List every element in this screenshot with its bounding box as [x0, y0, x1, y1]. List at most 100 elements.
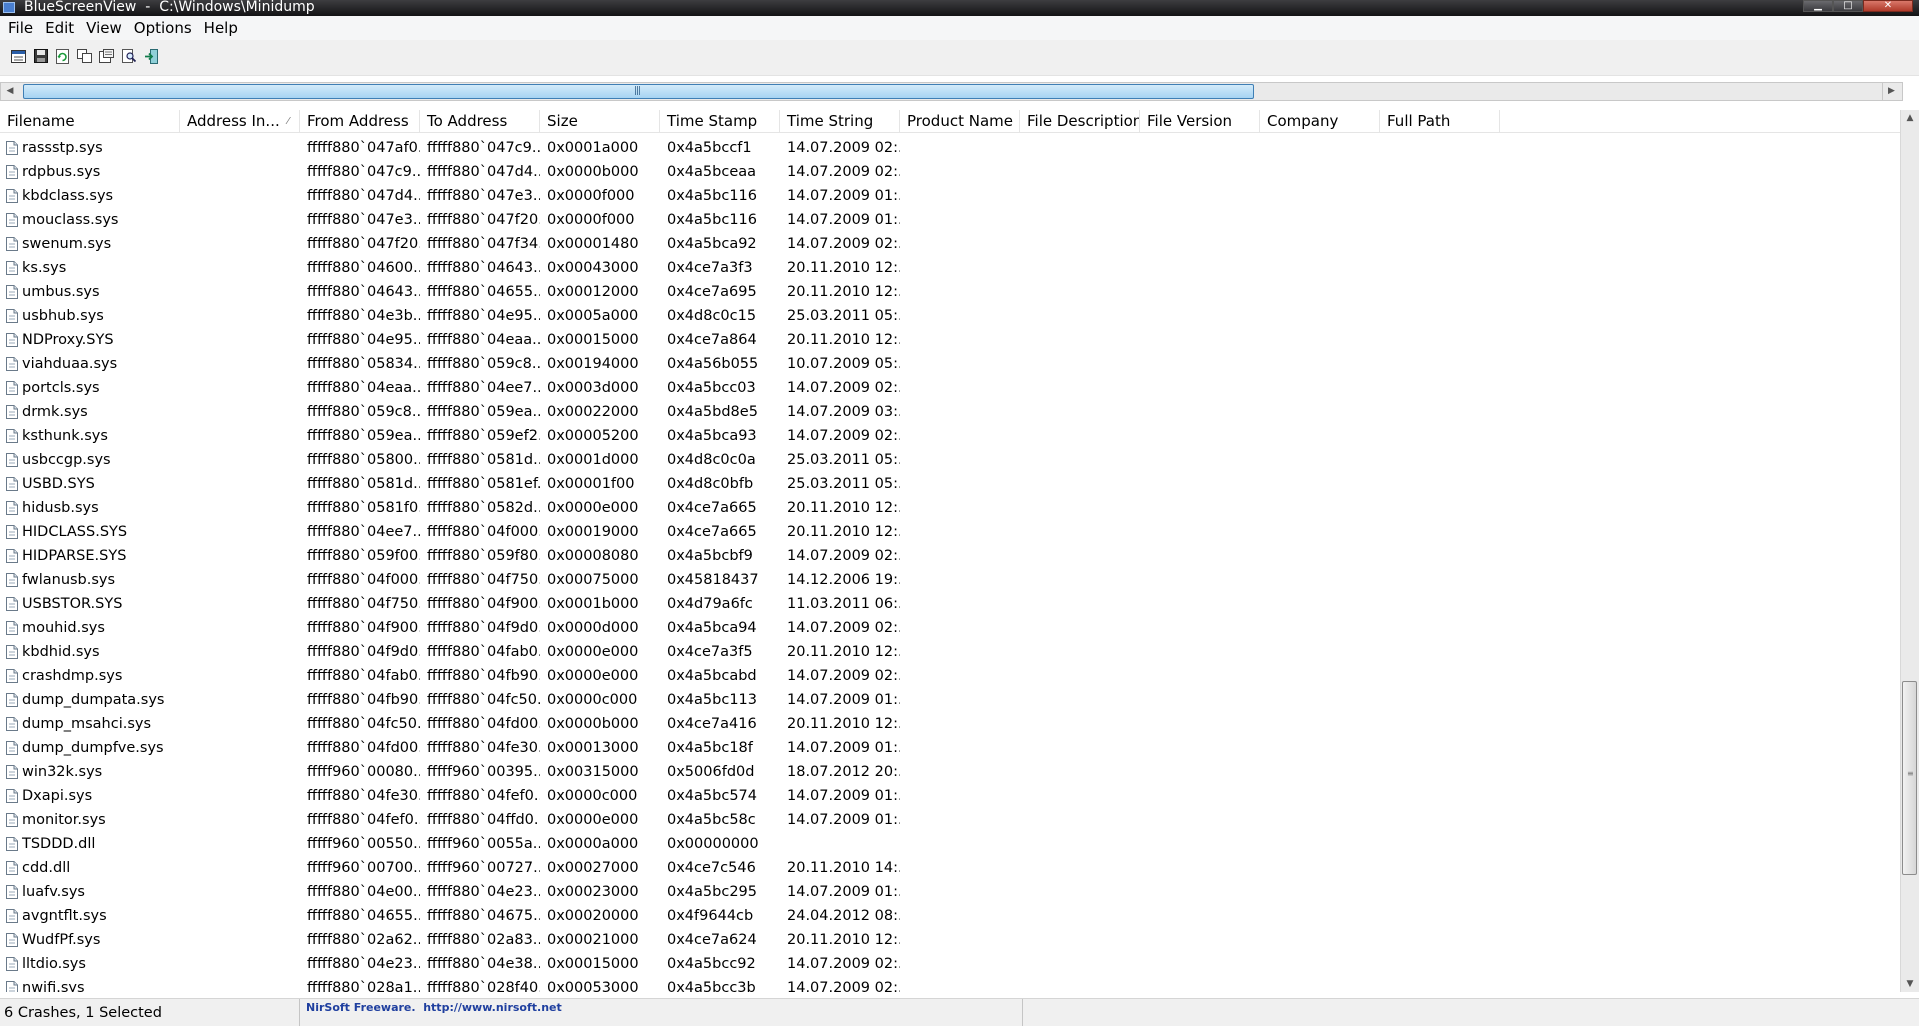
table-row[interactable]: luafv.sys fffff880`04e00... fffff880`04e23…	[0, 880, 1900, 904]
table-row[interactable]: USBD.SYS fffff880`0581d... fffff880`0581ef…	[0, 472, 1900, 496]
table-cell-empty	[1140, 496, 1260, 520]
column-header-company[interactable]: Company	[1260, 110, 1380, 133]
table-row[interactable]: ksthunk.sys fffff880`059ea... fffff880`059…	[0, 424, 1900, 448]
table-cell: 0x0000a000	[547, 836, 639, 852]
table-row[interactable]: usbccgp.sys fffff880`05800... fffff880`058…	[0, 448, 1900, 472]
table-row[interactable]: swenum.sys fffff880`047f20... fffff880`047…	[0, 232, 1900, 256]
table-row[interactable]: umbus.sys fffff880`04643... fffff880`04655…	[0, 280, 1900, 304]
table-cell-empty	[1140, 928, 1260, 952]
table-row[interactable]: nwifi.sys fffff880`028a1... fffff880`028f4…	[0, 976, 1900, 992]
table-cell-empty	[900, 328, 1020, 352]
table-row[interactable]: USBSTOR.SYS fffff880`04f750... fffff880`04…	[0, 592, 1900, 616]
table-cell-empty	[900, 688, 1020, 712]
column-header-from-address[interactable]: From Address	[300, 110, 420, 133]
table-row[interactable]: kbdclass.sys fffff880`047d4... fffff880`04…	[0, 184, 1900, 208]
table-row[interactable]: dump_dumpfve.sys fffff880`04fd00... fffff8…	[0, 736, 1900, 760]
table-row[interactable]: dump_dumpata.sys fffff880`04fb90... fffff8…	[0, 688, 1900, 712]
column-header-filename[interactable]: Filename	[0, 110, 180, 133]
table-row[interactable]: dump_msahci.sys fffff880`04fc50... fffff88…	[0, 712, 1900, 736]
table-cell: fffff880`059ef2...	[427, 428, 540, 444]
table-row[interactable]: rassstp.sys fffff880`047af0... fffff880`04…	[0, 136, 1900, 160]
column-header-file-version[interactable]: File Version	[1140, 110, 1260, 133]
menu-edit[interactable]: Edit	[39, 16, 80, 40]
filename-text: HIDPARSE.SYS	[22, 548, 127, 564]
horizontal-scroll-thumb[interactable]: |||	[23, 84, 1254, 99]
table-row[interactable]: WudfPf.sys fffff880`02a62... fffff880`02a8…	[0, 928, 1900, 952]
table-cell-empty	[900, 616, 1020, 640]
vertical-scrollbar[interactable]: ▲ ≡ ▼	[1900, 110, 1919, 992]
scroll-up-button[interactable]: ▲	[1901, 110, 1919, 126]
table-cell	[180, 136, 300, 160]
table-row[interactable]: fwlanusb.sys fffff880`04f000... fffff880`0…	[0, 568, 1900, 592]
table-cell-empty	[1260, 928, 1380, 952]
table-cell: 0x00023000	[547, 884, 639, 900]
menu-file[interactable]: File	[2, 16, 39, 40]
cell-filename: HIDPARSE.SYS	[0, 544, 180, 568]
table-row[interactable]: Dxapi.sys fffff880`04fe30... fffff880`04fe…	[0, 784, 1900, 808]
close-button[interactable]: ✕	[1863, 0, 1913, 12]
column-header-address-in-stack[interactable]: Address In... ⁄	[180, 110, 300, 133]
table-cell: fffff880`0581f0...	[307, 500, 420, 516]
scroll-right-button[interactable]: ▶	[1882, 83, 1900, 100]
table-row[interactable]: monitor.sys fffff880`04fef0... fffff880`04…	[0, 808, 1900, 832]
refresh-button[interactable]	[54, 48, 71, 64]
column-header-size[interactable]: Size	[540, 110, 660, 133]
table-row[interactable]: ks.sys fffff880`04600... fffff880`04643...…	[0, 256, 1900, 280]
save-button[interactable]	[32, 48, 49, 64]
nirsoft-credit-link[interactable]: NirSoft Freeware. http://www.nirsoft.net	[300, 998, 1023, 1026]
horizontal-scrollbar[interactable]: ◀ ||| ▶	[0, 82, 1903, 101]
column-header-time-stamp[interactable]: Time Stamp	[660, 110, 780, 133]
table-row[interactable]: drmk.sys fffff880`059c8... fffff880`059ea.…	[0, 400, 1900, 424]
table-row[interactable]: hidusb.sys fffff880`0581f0... fffff880`058…	[0, 496, 1900, 520]
find-button[interactable]	[120, 48, 137, 64]
column-header-time-string[interactable]: Time String	[780, 110, 900, 133]
table-row[interactable]: mouhid.sys fffff880`04f900... fffff880`04f…	[0, 616, 1900, 640]
column-header-full-path[interactable]: Full Path	[1380, 110, 1500, 133]
table-row[interactable]: rdpbus.sys fffff880`047c9... fffff880`047d…	[0, 160, 1900, 184]
table-row[interactable]: TSDDD.dll fffff960`00550... fffff960`0055a…	[0, 832, 1900, 856]
table-cell: fffff880`047d4...	[307, 188, 420, 204]
table-row[interactable]: lltdio.sys fffff880`04e23... fffff880`04e3…	[0, 952, 1900, 976]
filename-text: ks.sys	[22, 260, 67, 276]
copy-button[interactable]	[76, 48, 93, 64]
table-cell-empty	[1140, 280, 1260, 304]
scroll-down-button[interactable]: ▼	[1901, 976, 1919, 992]
html-report-button[interactable]	[10, 48, 27, 64]
menu-view[interactable]: View	[80, 16, 128, 40]
maximize-button[interactable]: □	[1833, 0, 1863, 12]
table-row[interactable]: HIDCLASS.SYS fffff880`04ee7... fffff880`04…	[0, 520, 1900, 544]
exit-button[interactable]	[142, 48, 159, 64]
table-cell: 0x00001f00	[547, 476, 635, 492]
file-icon	[6, 813, 18, 827]
table-cell: fffff880`04fc50...	[307, 716, 420, 732]
column-header-to-address[interactable]: To Address	[420, 110, 540, 133]
table-row[interactable]: cdd.dll fffff960`00700... fffff960`00727..…	[0, 856, 1900, 880]
table-cell: 25.03.2011 05:...	[787, 308, 900, 324]
table-row[interactable]: mouclass.sys fffff880`047e3... fffff880`04…	[0, 208, 1900, 232]
menu-help[interactable]: Help	[198, 16, 244, 40]
menu-options[interactable]: Options	[128, 16, 198, 40]
column-header-file-description[interactable]: File Description	[1020, 110, 1140, 133]
table-row[interactable]: viahduaa.sys fffff880`05834... fffff880`05…	[0, 352, 1900, 376]
vertical-scroll-thumb[interactable]: ≡	[1902, 681, 1917, 875]
table-row[interactable]: avgntflt.sys fffff880`04655... fffff880`04…	[0, 904, 1900, 928]
table-row[interactable]: HIDPARSE.SYS fffff880`059f00... fffff880`0…	[0, 544, 1900, 568]
table-cell: 0x00053000	[547, 980, 639, 992]
table-cell-empty	[1260, 304, 1380, 328]
minimize-button[interactable]: ▁	[1803, 0, 1833, 12]
table-cell-empty	[1020, 928, 1140, 952]
table-cell: fffff880`04e00...	[307, 884, 420, 900]
properties-button[interactable]	[98, 48, 115, 64]
table-row[interactable]: usbhub.sys fffff880`04e3b... fffff880`04e9…	[0, 304, 1900, 328]
table-cell: 24.04.2012 08:...	[787, 908, 900, 924]
table-row[interactable]: NDProxy.SYS fffff880`04e95... fffff880`04e…	[0, 328, 1900, 352]
table-cell: 20.11.2010 12:...	[787, 932, 900, 948]
scroll-left-button[interactable]: ◀	[1, 83, 19, 100]
filename-text: kbdhid.sys	[22, 644, 100, 660]
table-row[interactable]: kbdhid.sys fffff880`04f9d0... fffff880`04f…	[0, 640, 1900, 664]
column-header-product-name[interactable]: Product Name	[900, 110, 1020, 133]
table-row[interactable]: crashdmp.sys fffff880`04fab0... fffff880`0…	[0, 664, 1900, 688]
filename-text: cdd.dll	[22, 860, 71, 876]
table-row[interactable]: portcls.sys fffff880`04eaa... fffff880`04e…	[0, 376, 1900, 400]
table-row[interactable]: win32k.sys fffff960`00080... fffff960`0039…	[0, 760, 1900, 784]
